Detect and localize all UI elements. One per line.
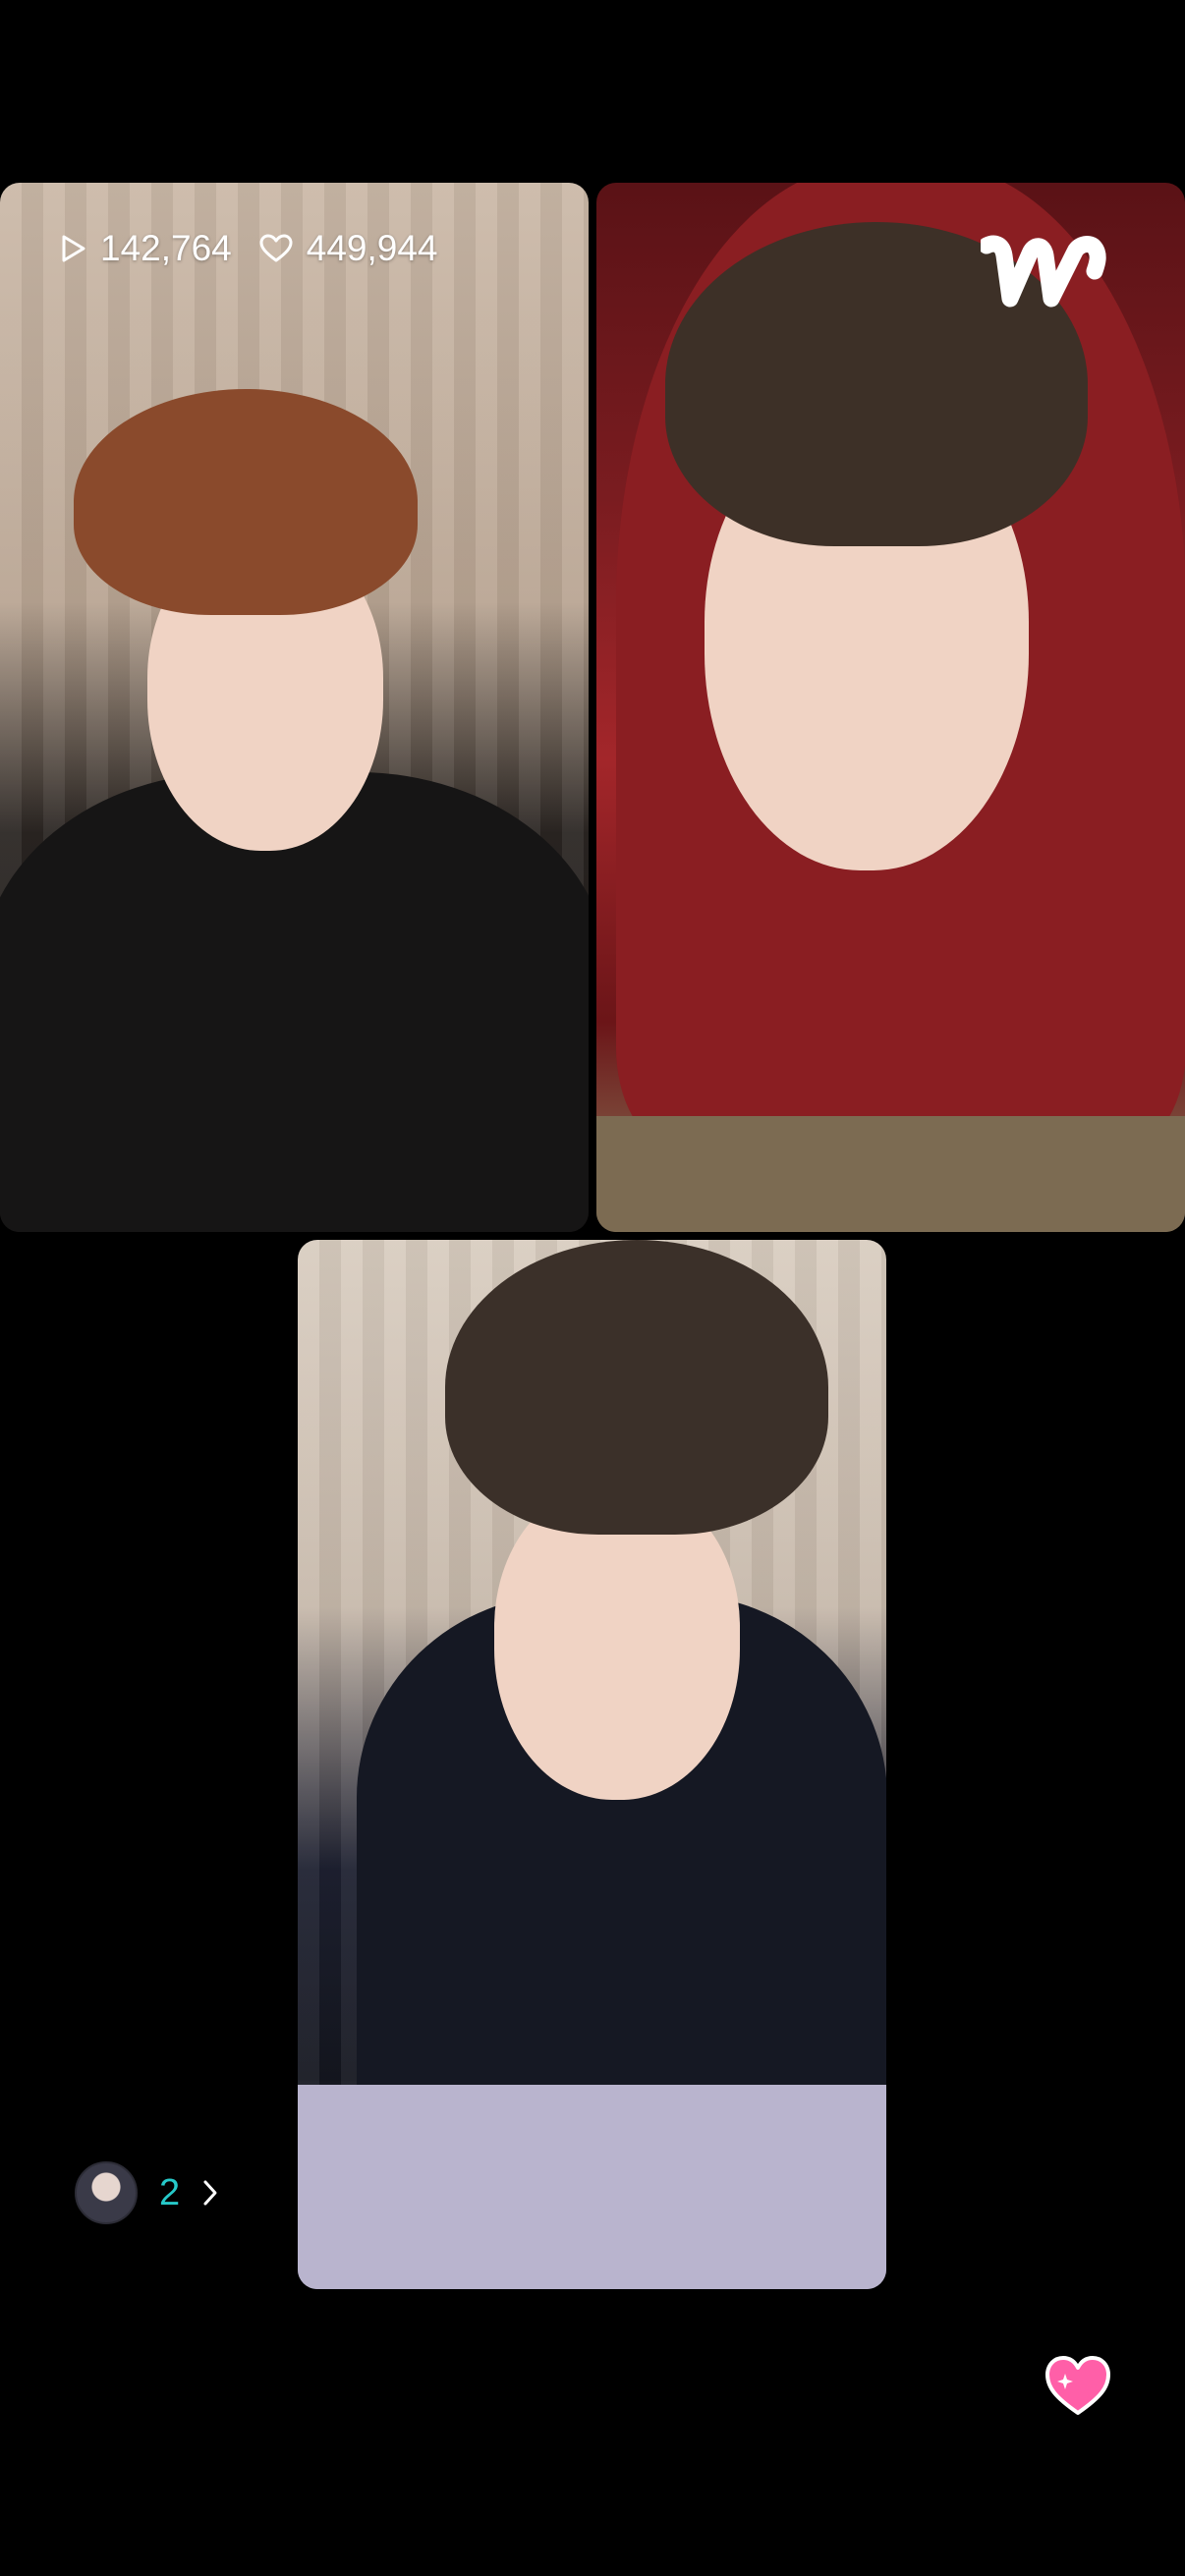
hair xyxy=(74,389,418,615)
live-stats: 142,764 449,944 xyxy=(61,228,438,269)
like-count: 449,944 xyxy=(259,228,438,269)
snack-bag xyxy=(298,2085,886,2289)
heart-outline-icon xyxy=(259,234,293,263)
heart-sparkle-icon xyxy=(1044,2356,1112,2423)
viewer-count: 2 xyxy=(159,2171,181,2213)
video-tile-1[interactable] xyxy=(0,183,589,1232)
chevron-right-icon xyxy=(201,2178,219,2208)
play-outline-icon xyxy=(61,234,86,263)
video-tile-2[interactable] xyxy=(596,183,1185,1232)
play-count: 142,764 xyxy=(61,228,232,269)
viewer-avatar xyxy=(75,2161,138,2224)
video-tile-3[interactable] xyxy=(298,1240,886,2289)
food-tray xyxy=(596,1116,1185,1232)
reaction-heart-button[interactable] xyxy=(1044,2354,1112,2419)
weverse-logo xyxy=(978,234,1114,326)
hair xyxy=(445,1240,828,1535)
viewer-indicator[interactable]: 2 xyxy=(75,2161,219,2224)
play-count-value: 142,764 xyxy=(100,228,232,268)
like-count-value: 449,944 xyxy=(306,228,438,268)
